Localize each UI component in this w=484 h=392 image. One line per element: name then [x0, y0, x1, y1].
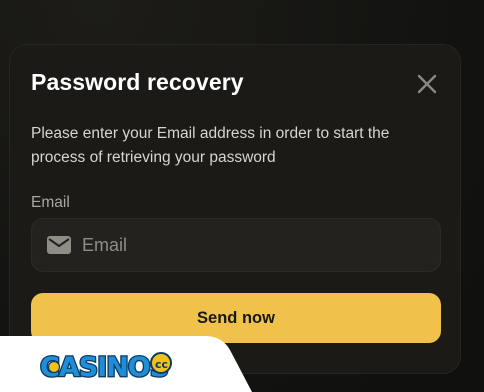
envelope-icon: [47, 236, 71, 254]
svg-text:cc: cc: [155, 358, 168, 371]
password-recovery-modal: Password recovery Please enter your Emai…: [9, 44, 461, 374]
email-input[interactable]: [82, 219, 432, 271]
modal-title: Password recovery: [31, 69, 244, 95]
casinos-watermark-logo: CASINOS cc: [0, 336, 252, 392]
modal-description: Please enter your Email address in order…: [31, 125, 390, 166]
email-label: Email: [31, 194, 70, 211]
close-icon: [417, 74, 437, 94]
email-field-wrapper[interactable]: [31, 218, 441, 272]
casinos-logo-lettering: CASINOS cc: [39, 351, 172, 384]
close-button[interactable]: [414, 71, 440, 97]
